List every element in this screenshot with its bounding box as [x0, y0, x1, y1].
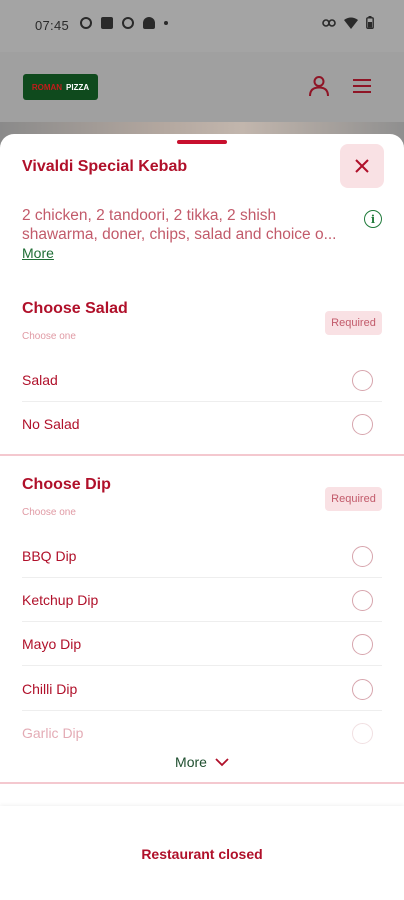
android-icon [143, 17, 155, 29]
option-label: Garlic Dip [22, 725, 84, 741]
radio-button[interactable] [352, 722, 373, 744]
more-notifications-dot [164, 21, 168, 25]
logo-text-1: ROMAN [31, 82, 63, 92]
more-label: More [175, 754, 207, 770]
section-divider [0, 454, 404, 456]
option-label: Ketchup Dip [22, 592, 99, 608]
section-title-dip: Choose Dip [22, 476, 111, 493]
battery-icon [366, 16, 374, 29]
restaurant-status: Restaurant closed [141, 846, 263, 862]
option-salad[interactable]: Salad [22, 358, 382, 402]
info-icon[interactable]: i [364, 210, 382, 228]
notification-icon [80, 17, 92, 29]
section-subtitle-dip: Choose one [22, 507, 76, 518]
link-icon [322, 18, 336, 27]
section-divider [0, 782, 404, 784]
show-more-options-button[interactable]: More [0, 754, 404, 770]
close-icon [355, 159, 369, 173]
chevron-down-icon [215, 757, 229, 766]
item-description: 2 chicken, 2 tandoori, 2 tikka, 2 shish … [22, 206, 362, 244]
item-title: Vivaldi Special Kebab [22, 158, 188, 175]
option-no-salad[interactable]: No Salad [22, 402, 382, 446]
radio-button[interactable] [352, 633, 373, 655]
status-time: 07:45 [35, 18, 70, 33]
option-garlic-dip[interactable]: Garlic Dip [22, 711, 382, 755]
option-label: Chilli Dip [22, 681, 78, 697]
status-bar: 07:45 [0, 0, 404, 52]
menu-icon[interactable] [350, 74, 374, 98]
option-ketchup-dip[interactable]: Ketchup Dip [22, 578, 382, 622]
status-system-icons [322, 16, 374, 29]
option-label: Salad [22, 372, 58, 388]
section-subtitle-salad: Choose one [22, 331, 76, 342]
option-label: Mayo Dip [22, 636, 82, 652]
radio-button[interactable] [352, 369, 373, 391]
restaurant-logo[interactable]: ROMAN PIZZA [23, 74, 98, 100]
radio-button[interactable] [352, 589, 373, 611]
notification-square-icon [101, 17, 113, 29]
settings-notification-icon [122, 17, 134, 29]
required-badge: Required [325, 311, 382, 335]
option-chilli-dip[interactable]: Chilli Dip [22, 667, 382, 711]
status-notification-icons [80, 17, 168, 29]
logo-text-2: PIZZA [66, 82, 90, 92]
description-more-link[interactable]: More [22, 245, 54, 261]
wifi-icon [344, 17, 358, 29]
description-line-2: shawarma, doner, chips, salad and choice… [22, 226, 337, 243]
option-label: BBQ Dip [22, 548, 77, 564]
radio-button[interactable] [352, 678, 373, 700]
option-label: No Salad [22, 416, 80, 432]
item-options-sheet: Vivaldi Special Kebab 2 chicken, 2 tando… [0, 134, 404, 900]
option-bbq-dip[interactable]: BBQ Dip [22, 534, 382, 578]
section-title-salad: Choose Salad [22, 300, 128, 317]
close-button[interactable] [340, 144, 384, 188]
required-badge: Required [325, 487, 382, 511]
radio-button[interactable] [352, 413, 373, 435]
sheet-drag-handle[interactable] [177, 140, 227, 144]
footer-bar: Restaurant closed [0, 806, 404, 900]
radio-button[interactable] [352, 545, 373, 567]
option-mayo-dip[interactable]: Mayo Dip [22, 622, 382, 666]
user-icon[interactable] [307, 74, 331, 98]
description-line-1: 2 chicken, 2 tandoori, 2 tikka, 2 shish [22, 207, 277, 224]
